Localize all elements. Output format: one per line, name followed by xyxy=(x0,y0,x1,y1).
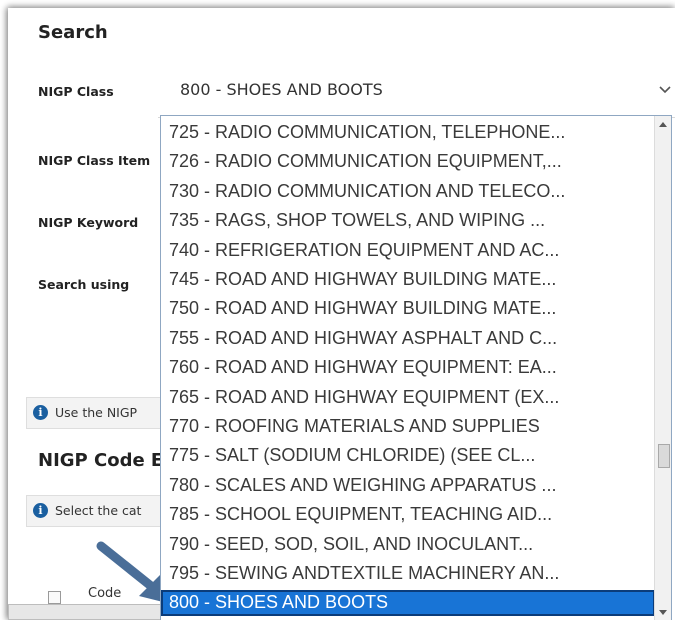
nigp-keyword-label: NIGP Keyword xyxy=(38,215,139,230)
dropdown-option[interactable]: 790 - SEED, SOD, SOIL, AND INOCULANT... xyxy=(161,532,663,556)
chevron-down-icon[interactable] xyxy=(658,83,672,97)
dropdown-option[interactable]: 745 - ROAD AND HIGHWAY BUILDING MATE... xyxy=(161,267,663,291)
nigp-class-label: NIGP Class xyxy=(38,84,114,99)
dropdown-option[interactable]: 750 - ROAD AND HIGHWAY BUILDING MATE... xyxy=(161,296,663,320)
scroll-down-icon[interactable] xyxy=(659,610,667,615)
info-banner-select-cat: i Select the cat xyxy=(26,495,168,527)
info-icon: i xyxy=(33,405,48,420)
info-text: Select the cat xyxy=(55,503,142,518)
info-banner-use-nigp: i Use the NIGP xyxy=(26,397,168,429)
search-using-label: Search using xyxy=(38,277,130,292)
info-icon: i xyxy=(33,503,48,518)
dropdown-option[interactable]: 726 - RADIO COMMUNICATION EQUIPMENT,... xyxy=(161,149,663,173)
select-all-checkbox[interactable] xyxy=(48,591,61,604)
dropdown-option[interactable]: 760 - ROAD AND HIGHWAY EQUIPMENT: EA... xyxy=(161,355,663,379)
scroll-up-icon[interactable] xyxy=(659,122,667,127)
search-panel: Search NIGP Class NIGP Class Item NIGP K… xyxy=(8,8,675,620)
info-text: Use the NIGP xyxy=(55,405,138,420)
dropdown-option[interactable]: 785 - SCHOOL EQUIPMENT, TEACHING AID... xyxy=(161,502,663,526)
nigp-class-selected-value: 800 - SHOES AND BOOTS xyxy=(180,80,383,99)
dropdown-option[interactable]: 775 - SALT (SODIUM CHLORIDE) (SEE CL... xyxy=(161,443,663,467)
dropdown-option[interactable]: 735 - RAGS, SHOP TOWELS, AND WIPING ... xyxy=(161,208,663,232)
nigp-class-dropdown-list[interactable]: 725 - RADIO COMMUNICATION, TELEPHONE... 7… xyxy=(160,115,672,620)
nigp-class-item-label: NIGP Class Item xyxy=(38,153,151,168)
dropdown-option[interactable]: 730 - RADIO COMMUNICATION AND TELECO... xyxy=(161,179,663,203)
nigp-class-select[interactable]: 800 - SHOES AND BOOTS xyxy=(158,65,675,118)
dropdown-option[interactable]: 740 - REFRIGERATION EQUIPMENT AND AC... xyxy=(161,238,663,262)
dropdown-option[interactable]: 765 - ROAD AND HIGHWAY EQUIPMENT (EX... xyxy=(161,385,663,409)
dropdown-option[interactable]: 770 - ROOFING MATERIALS AND SUPPLIES xyxy=(161,414,663,438)
dropdown-option-selected[interactable]: 800 - SHOES AND BOOTS xyxy=(161,590,655,617)
dropdown-option[interactable]: 725 - RADIO COMMUNICATION, TELEPHONE... xyxy=(161,120,663,144)
dropdown-option[interactable]: 795 - SEWING ANDTEXTILE MACHINERY AN... xyxy=(161,561,663,585)
scrollbar-thumb[interactable] xyxy=(658,444,670,468)
dropdown-option[interactable]: 755 - ROAD AND HIGHWAY ASPHALT AND C... xyxy=(161,326,663,350)
section-title: NIGP Code E xyxy=(38,450,164,471)
dropdown-option[interactable]: 780 - SCALES AND WEIGHING APPARATUS ... xyxy=(161,473,663,497)
dropdown-vertical-scrollbar[interactable] xyxy=(654,116,671,620)
search-title: Search xyxy=(38,22,108,43)
